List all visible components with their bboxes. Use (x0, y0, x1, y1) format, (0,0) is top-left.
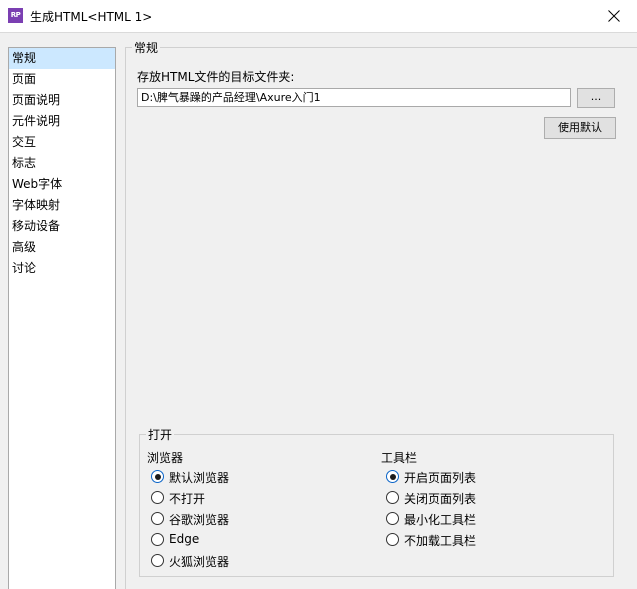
nav-item-logo[interactable]: 标志 (9, 153, 115, 174)
radio-label: Edge (169, 532, 200, 546)
radio-button[interactable] (386, 491, 399, 504)
title-bar: RP 生成HTML<HTML 1> (0, 0, 637, 33)
general-group-legend: 常规 (132, 39, 161, 56)
radio-button[interactable] (386, 512, 399, 525)
radio-button[interactable] (386, 470, 399, 483)
nav-item-general[interactable]: 常规 (9, 48, 115, 69)
nav-item-web-fonts[interactable]: Web字体 (9, 174, 115, 195)
nav-item-mobile[interactable]: 移动设备 (9, 216, 115, 237)
radio-label: 默认浏览器 (169, 471, 230, 485)
radio-label: 不加载工具栏 (404, 534, 477, 548)
radio-button[interactable] (386, 533, 399, 546)
radio-label: 开启页面列表 (404, 471, 477, 485)
toolbar-heading: 工具栏 (381, 451, 418, 465)
radio-label: 火狐浏览器 (169, 555, 230, 569)
window-title: 生成HTML<HTML 1> (30, 10, 153, 24)
nav-item-discussion[interactable]: 讨论 (9, 258, 115, 279)
target-folder-input[interactable]: D:\脾气暴躁的产品经理\Axure入门1 (137, 88, 571, 107)
nav-item-pages[interactable]: 页面 (9, 69, 115, 90)
radio-label: 不打开 (169, 492, 206, 506)
browser-heading: 浏览器 (147, 451, 184, 465)
radio-label: 关闭页面列表 (404, 492, 477, 506)
radio-label: 谷歌浏览器 (169, 513, 230, 527)
open-group-legend: 打开 (146, 426, 175, 443)
nav-item-advanced[interactable]: 高级 (9, 237, 115, 258)
axure-rp-app-icon: RP (8, 8, 23, 23)
radio-button[interactable] (151, 512, 164, 525)
close-icon (608, 10, 620, 22)
radio-label: 最小化工具栏 (404, 513, 477, 527)
nav-item-widget-notes[interactable]: 元件说明 (9, 111, 115, 132)
radio-button[interactable] (151, 554, 164, 567)
radio-button[interactable] (151, 491, 164, 504)
nav-item-interactions[interactable]: 交互 (9, 132, 115, 153)
use-default-button[interactable]: 使用默认 (544, 117, 616, 139)
radio-button[interactable] (151, 470, 164, 483)
nav-item-font-mapping[interactable]: 字体映射 (9, 195, 115, 216)
browse-folder-button[interactable]: ... (577, 88, 615, 108)
target-folder-label: 存放HTML文件的目标文件夹: (137, 70, 295, 84)
settings-nav-list: 常规 页面 页面说明 元件说明 交互 标志 Web字体 字体映射 移动设备 高级… (8, 47, 116, 589)
radio-button[interactable] (151, 533, 164, 546)
nav-item-page-notes[interactable]: 页面说明 (9, 90, 115, 111)
close-button[interactable] (591, 0, 637, 32)
